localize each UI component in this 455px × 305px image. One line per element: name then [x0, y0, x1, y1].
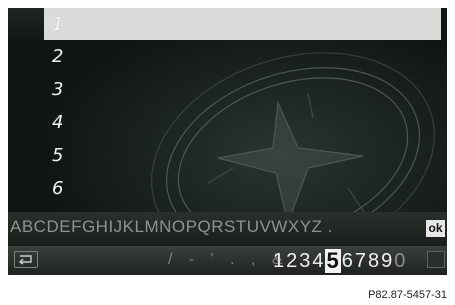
list-item-label: 2	[52, 46, 64, 67]
digit-key[interactable]: 8	[367, 250, 380, 273]
list-item[interactable]: 3	[8, 73, 447, 106]
digit-key[interactable]: 4	[311, 250, 324, 273]
digit-key[interactable]: 3	[298, 250, 311, 273]
digit-key[interactable]: 9	[380, 250, 393, 273]
figure-caption: P82.87-5457-31	[368, 289, 447, 301]
digit-key[interactable]: 2	[285, 250, 298, 273]
back-button[interactable]	[14, 251, 38, 268]
list-item-selected[interactable]: 1	[44, 8, 441, 40]
number-bar: / - ' . , & 1 2 3 4 5 6 7 8 9 0	[8, 246, 447, 275]
back-icon	[18, 255, 32, 265]
list-item-label: 5	[52, 145, 64, 166]
ok-button[interactable]: ok	[426, 220, 445, 237]
list-item[interactable]: 4	[8, 106, 447, 139]
list-item[interactable]: 6	[8, 172, 447, 205]
display-screen: 1 2 3 4 5 6 ABCDEFGHIJKLMNOPQRSTUVWXYZ .…	[8, 8, 447, 275]
list-item-label: 6	[52, 178, 64, 199]
list-item-label: 4	[52, 112, 64, 133]
list-item[interactable]: 2	[8, 40, 447, 73]
digit-characters: 1 2 3 4 5 6 7 8 9 0	[272, 249, 406, 273]
digit-key[interactable]: 6	[341, 250, 354, 273]
end-button[interactable]	[427, 251, 445, 268]
alphabet-bar: ABCDEFGHIJKLMNOPQRSTUVWXYZ . ok	[8, 212, 447, 246]
punctuation-characters[interactable]: / - ' . , &	[168, 251, 289, 269]
digit-key[interactable]: 0	[393, 250, 406, 273]
digit-key[interactable]: 1	[272, 250, 285, 273]
digit-key-selected[interactable]: 5	[324, 249, 341, 273]
list-item-label: 1	[52, 13, 64, 35]
list-item[interactable]: 5	[8, 139, 447, 172]
list-item-label: 3	[52, 79, 64, 100]
digit-key[interactable]: 7	[354, 250, 367, 273]
alphabet-characters[interactable]: ABCDEFGHIJKLMNOPQRSTUVWXYZ .	[10, 217, 333, 237]
preset-list: 1 2 3 4 5 6	[8, 8, 447, 205]
